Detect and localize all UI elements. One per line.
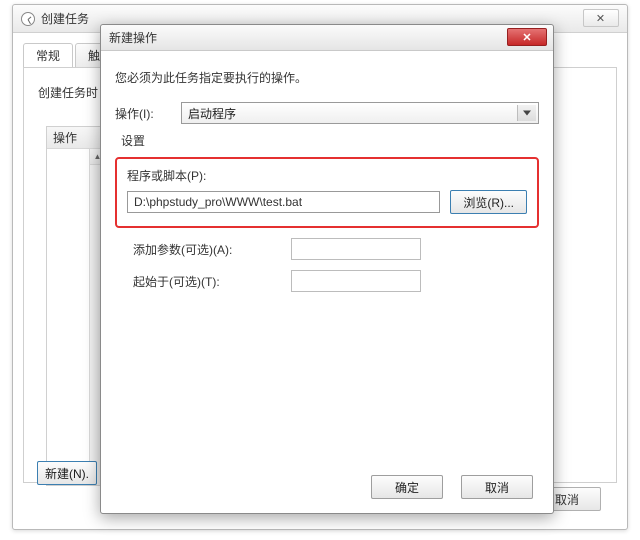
args-input[interactable] — [291, 238, 421, 260]
program-label: 程序或脚本(P): — [127, 167, 527, 184]
program-highlight-box: 程序或脚本(P): 浏览(R)... — [115, 157, 539, 228]
tab-general[interactable]: 常规 — [23, 43, 73, 67]
action-label: 操作(I): — [115, 105, 181, 122]
intro-text: 您必须为此任务指定要执行的操作。 — [115, 69, 539, 86]
create-task-title: 创建任务 — [41, 10, 89, 27]
action-list[interactable]: 操作 ▲ — [46, 126, 106, 486]
action-list-header: 操作 — [47, 127, 105, 149]
action-value: 启动程序 — [188, 105, 236, 122]
new-button[interactable]: 新建(N). — [37, 461, 97, 485]
cancel-button[interactable]: 取消 — [461, 475, 533, 499]
close-icon[interactable]: ✕ — [507, 28, 547, 46]
new-action-title: 新建操作 — [109, 29, 157, 46]
new-action-dialog: 新建操作 ✕ 您必须为此任务指定要执行的操作。 操作(I): 启动程序 设置 程… — [100, 24, 554, 514]
chevron-down-icon — [523, 111, 531, 116]
browse-button[interactable]: 浏览(R)... — [450, 190, 527, 214]
ok-button[interactable]: 确定 — [371, 475, 443, 499]
startin-row: 起始于(可选)(T): — [133, 270, 539, 292]
program-path-input[interactable] — [127, 191, 440, 213]
clock-icon — [21, 12, 35, 26]
args-label: 添加参数(可选)(A): — [133, 241, 283, 258]
args-row: 添加参数(可选)(A): — [133, 238, 539, 260]
action-combobox[interactable]: 启动程序 — [181, 102, 539, 124]
close-icon[interactable]: ✕ — [583, 9, 619, 27]
new-action-body: 您必须为此任务指定要执行的操作。 操作(I): 启动程序 设置 程序或脚本(P)… — [115, 61, 539, 463]
dialog-buttons: 确定 取消 — [371, 475, 533, 499]
settings-label: 设置 — [121, 132, 539, 149]
new-action-titlebar[interactable]: 新建操作 ✕ — [101, 25, 553, 51]
startin-label: 起始于(可选)(T): — [133, 273, 283, 290]
startin-input[interactable] — [291, 270, 421, 292]
action-row: 操作(I): 启动程序 — [115, 102, 539, 124]
